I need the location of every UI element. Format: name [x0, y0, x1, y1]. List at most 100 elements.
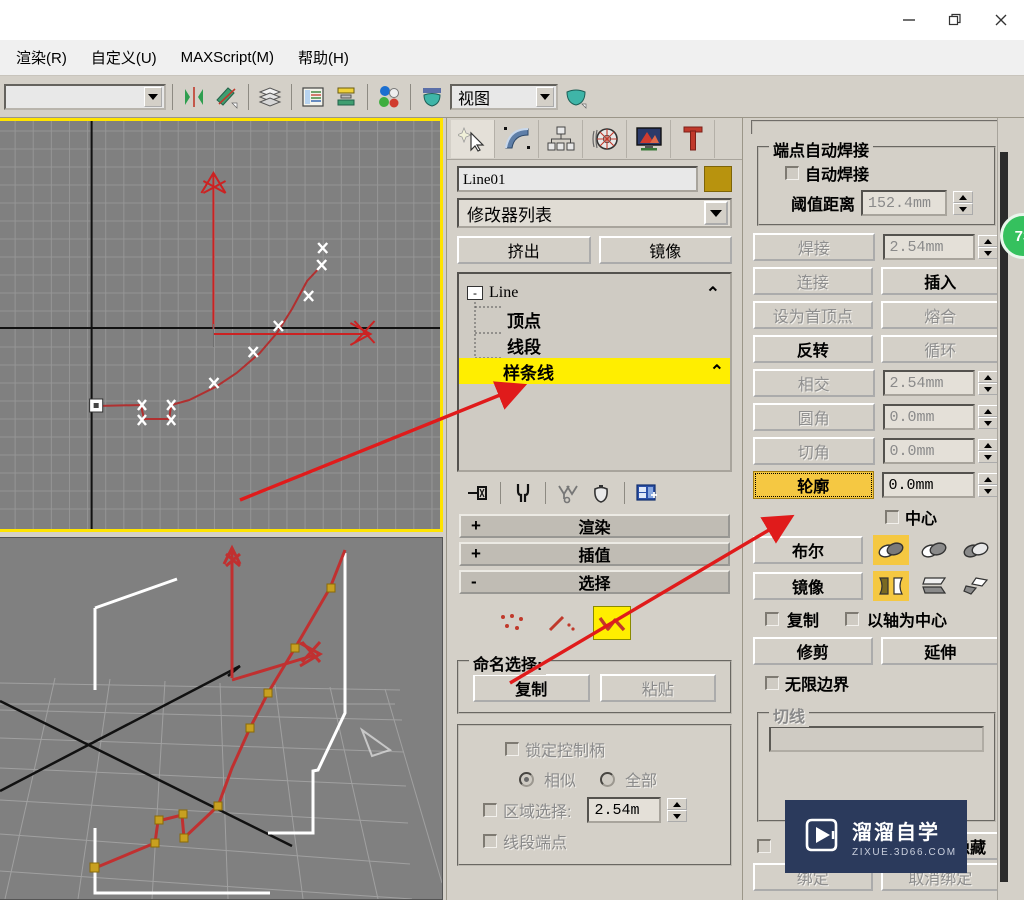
stack-item-vertex[interactable]: 顶点: [463, 306, 726, 332]
fillet-button[interactable]: 圆角: [753, 403, 875, 431]
tab-create[interactable]: [451, 119, 495, 158]
cross-insert-value[interactable]: 2.54mm: [882, 370, 975, 396]
segment-end-row[interactable]: 线段端点: [469, 826, 720, 856]
radio-all[interactable]: [600, 771, 616, 787]
minimize-button[interactable]: [886, 0, 932, 40]
show-end-result-icon[interactable]: [506, 478, 540, 508]
copy-button[interactable]: 复制: [473, 674, 590, 702]
connect-button[interactable]: 连接: [753, 267, 873, 295]
layer-manager-icon[interactable]: [255, 82, 285, 112]
pin-stack-icon[interactable]: [461, 478, 495, 508]
mirror-both-icon[interactable]: [959, 571, 993, 601]
tab-display[interactable]: [627, 119, 671, 158]
infinite-bounds-row[interactable]: 无限边界: [747, 668, 1006, 698]
outline-value[interactable]: 0.0mm: [881, 472, 975, 498]
mirror-horizontal-icon[interactable]: [873, 571, 909, 601]
curve-editor-icon[interactable]: [298, 82, 328, 112]
trim-button[interactable]: 修剪: [753, 637, 873, 665]
object-name-input[interactable]: Line01: [457, 166, 698, 192]
menu-item-render[interactable]: 渲染(R): [4, 43, 79, 72]
rollout-render[interactable]: + 渲染: [459, 514, 730, 538]
material-editor-icon[interactable]: [374, 82, 404, 112]
checkbox[interactable]: [505, 742, 519, 756]
boolean-button[interactable]: 布尔: [753, 536, 863, 564]
checkbox[interactable]: [757, 839, 771, 853]
menu-item-customize[interactable]: 自定义(U): [79, 43, 169, 72]
boolean-union-icon[interactable]: [873, 535, 909, 565]
render-setup-icon[interactable]: [417, 82, 447, 112]
outline-button[interactable]: 轮廓: [753, 471, 874, 499]
object-color-swatch[interactable]: [704, 166, 732, 192]
modifier-stack[interactable]: - Line ⌃ 顶点 线段 样条线 ⌃: [457, 272, 732, 472]
radio-similar[interactable]: [519, 771, 534, 787]
boolean-subtract-icon[interactable]: [917, 535, 951, 565]
tab-utilities[interactable]: [671, 119, 715, 158]
maximize-restore-button[interactable]: [932, 0, 978, 40]
tab-modify[interactable]: [495, 119, 539, 158]
stack-item-segment[interactable]: 线段: [463, 332, 726, 358]
stack-item-spline[interactable]: 样条线 ⌃: [459, 358, 730, 384]
segment-level-icon[interactable]: [543, 606, 581, 640]
extend-button[interactable]: 延伸: [880, 637, 1000, 665]
lock-handles-row[interactable]: 锁定控制柄: [469, 734, 720, 764]
schematic-view-icon[interactable]: [331, 82, 361, 112]
modifier-list-combo[interactable]: 修改器列表: [457, 198, 732, 228]
fillet-value[interactable]: 0.0mm: [882, 404, 975, 430]
expand-collapse-icon[interactable]: -: [467, 286, 483, 300]
chevron-down-icon[interactable]: [704, 201, 728, 225]
weld-button[interactable]: 焊接: [753, 233, 875, 261]
chamfer-value[interactable]: 0.0mm: [882, 438, 975, 464]
align-icon[interactable]: [212, 82, 242, 112]
insert-button[interactable]: 插入: [880, 267, 1000, 295]
center-row[interactable]: 中心: [747, 502, 1006, 532]
checkbox[interactable]: [785, 166, 799, 180]
area-select-spinner[interactable]: [667, 797, 689, 823]
chevron-down-icon[interactable]: [144, 86, 162, 107]
chamfer-button[interactable]: 切角: [753, 437, 875, 465]
make-first-button[interactable]: 设为首顶点: [753, 301, 873, 329]
cycle-button[interactable]: 循环: [880, 335, 1000, 363]
stack-item-line[interactable]: - Line ⌃: [463, 280, 726, 306]
remove-modifier-icon[interactable]: [585, 478, 619, 508]
weld-threshold-value[interactable]: 2.54mm: [882, 234, 975, 260]
view-combo[interactable]: 视图: [450, 83, 558, 110]
mirror-button[interactable]: 镜像: [753, 572, 863, 600]
mirror-vertical-icon[interactable]: [917, 571, 951, 601]
vertex-level-icon[interactable]: [493, 606, 531, 640]
checkbox[interactable]: [765, 612, 779, 626]
threshold-value[interactable]: 152.4mm: [861, 190, 948, 216]
configure-sets-icon[interactable]: [630, 478, 664, 508]
boolean-intersect-icon[interactable]: [959, 535, 993, 565]
checkbox[interactable]: [765, 676, 779, 690]
area-select-value[interactable]: 2.54m: [587, 797, 662, 823]
tab-hierarchy[interactable]: [539, 119, 583, 158]
auto-weld-row[interactable]: 自动焊接: [767, 158, 986, 188]
close-button[interactable]: [978, 0, 1024, 40]
checkbox[interactable]: [483, 803, 497, 817]
rollout-interpolation[interactable]: + 插值: [459, 542, 730, 566]
fuse-button[interactable]: 熔合: [880, 301, 1000, 329]
checkbox[interactable]: [845, 612, 860, 626]
checkbox[interactable]: [885, 510, 899, 524]
reverse-button[interactable]: 反转: [753, 335, 873, 363]
tangent-listbox[interactable]: [769, 726, 984, 752]
cross-insert-button[interactable]: 相交: [753, 369, 875, 397]
chevron-down-icon[interactable]: [536, 86, 554, 107]
viewport-top[interactable]: [0, 118, 443, 532]
menu-item-help[interactable]: 帮助(H): [286, 43, 361, 72]
scrollbar-thumb[interactable]: [1000, 152, 1008, 882]
mirror-button[interactable]: 镜像: [598, 236, 732, 264]
threshold-spinner[interactable]: [953, 190, 975, 216]
tab-motion[interactable]: [583, 119, 627, 158]
extrude-button[interactable]: 挤出: [457, 236, 591, 264]
mirror-icon[interactable]: [179, 82, 209, 112]
menu-item-maxscript[interactable]: MAXScript(M): [169, 45, 286, 70]
toolbar-search-combo[interactable]: [4, 83, 166, 110]
render-production-icon[interactable]: [561, 82, 591, 112]
rollout-selection[interactable]: - 选择: [459, 570, 730, 594]
paste-button[interactable]: 粘贴: [599, 674, 716, 702]
make-unique-icon[interactable]: [551, 478, 585, 508]
checkbox[interactable]: [483, 834, 497, 848]
viewport-perspective[interactable]: [0, 537, 443, 900]
spline-level-icon[interactable]: [593, 606, 631, 640]
